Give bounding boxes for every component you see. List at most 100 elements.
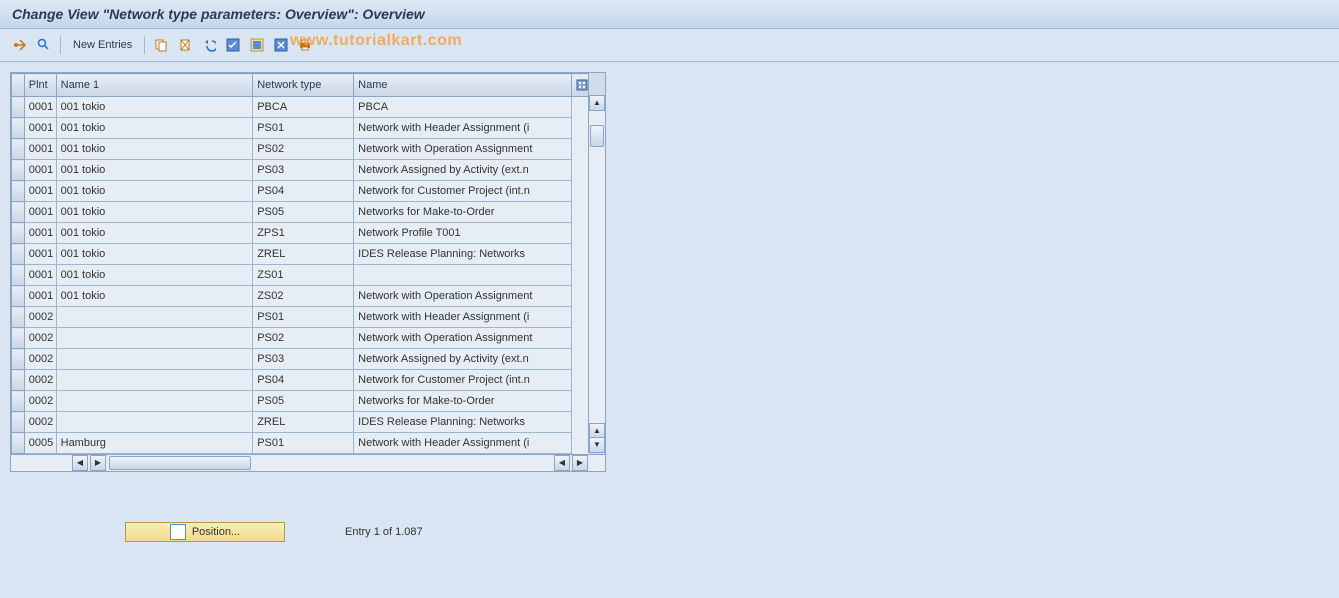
cell-name1[interactable]: 001 tokio	[56, 97, 253, 118]
row-selector[interactable]	[12, 328, 25, 349]
row-selector[interactable]	[12, 160, 25, 181]
row-selector[interactable]	[12, 118, 25, 139]
row-selector[interactable]	[12, 181, 25, 202]
cell-ntype[interactable]: ZS01	[253, 265, 354, 286]
cell-name[interactable]: Networks for Make-to-Order	[354, 202, 572, 223]
position-button[interactable]: Position...	[125, 522, 285, 542]
row-selector[interactable]	[12, 391, 25, 412]
row-selector[interactable]	[12, 307, 25, 328]
cell-name[interactable]: Networks for Make-to-Order	[354, 391, 572, 412]
row-selector[interactable]	[12, 244, 25, 265]
table-row[interactable]: 0001001 tokioZS01	[12, 265, 589, 286]
row-selector[interactable]	[12, 286, 25, 307]
cell-name1[interactable]: 001 tokio	[56, 202, 253, 223]
hscroll-track[interactable]	[107, 456, 553, 470]
table-row[interactable]: 0001001 tokioZRELIDES Release Planning: …	[12, 244, 589, 265]
cell-ntype[interactable]: ZS02	[253, 286, 354, 307]
cell-ntype[interactable]: PS03	[253, 160, 354, 181]
copy-icon[interactable]	[151, 35, 171, 55]
select-all-icon[interactable]	[223, 35, 243, 55]
cell-plnt[interactable]: 0005	[24, 433, 56, 454]
cell-plnt[interactable]: 0002	[24, 307, 56, 328]
row-selector[interactable]	[12, 433, 25, 454]
col-header-plnt[interactable]: Plnt	[24, 74, 56, 97]
select-block-icon[interactable]	[247, 35, 267, 55]
cell-ntype[interactable]: PBCA	[253, 97, 354, 118]
cell-plnt[interactable]: 0001	[24, 160, 56, 181]
cell-name1[interactable]	[56, 328, 253, 349]
cell-name[interactable]: Network Assigned by Activity (ext.n	[354, 349, 572, 370]
row-selector[interactable]	[12, 349, 25, 370]
table-row[interactable]: 0002PS02Network with Operation Assignmen…	[12, 328, 589, 349]
row-selector[interactable]	[12, 202, 25, 223]
cell-plnt[interactable]: 0002	[24, 349, 56, 370]
cell-plnt[interactable]: 0001	[24, 97, 56, 118]
table-settings-icon[interactable]	[571, 74, 588, 97]
cell-ntype[interactable]: PS01	[253, 307, 354, 328]
cell-name[interactable]: Network Profile T001	[354, 223, 572, 244]
horizontal-scrollbar[interactable]: ◀ ▶ ◀ ▶	[11, 454, 605, 471]
cell-ntype[interactable]: ZPS1	[253, 223, 354, 244]
print-icon[interactable]	[295, 35, 315, 55]
cell-ntype[interactable]: PS04	[253, 181, 354, 202]
hscroll-right-icon[interactable]: ▶	[90, 455, 106, 471]
cell-plnt[interactable]: 0001	[24, 286, 56, 307]
cell-plnt[interactable]: 0002	[24, 391, 56, 412]
table-row[interactable]: 0002PS03Network Assigned by Activity (ex…	[12, 349, 589, 370]
undo-icon[interactable]	[199, 35, 219, 55]
cell-name1[interactable]	[56, 370, 253, 391]
cell-plnt[interactable]: 0001	[24, 118, 56, 139]
cell-plnt[interactable]: 0001	[24, 139, 56, 160]
cell-plnt[interactable]: 0002	[24, 412, 56, 433]
table-row[interactable]: 0001001 tokioPS01Network with Header Ass…	[12, 118, 589, 139]
table-row[interactable]: 0001001 tokioPS02Network with Operation …	[12, 139, 589, 160]
cell-plnt[interactable]: 0001	[24, 244, 56, 265]
table-row[interactable]: 0001001 tokioPS04Network for Customer Pr…	[12, 181, 589, 202]
cell-name[interactable]: IDES Release Planning: Networks	[354, 412, 572, 433]
cell-name[interactable]: Network with Header Assignment (i	[354, 307, 572, 328]
cell-name1[interactable]: Hamburg	[56, 433, 253, 454]
row-selector[interactable]	[12, 412, 25, 433]
hscroll-left2-icon[interactable]: ◀	[554, 455, 570, 471]
cell-ntype[interactable]: PS04	[253, 370, 354, 391]
row-selector[interactable]	[12, 265, 25, 286]
cell-ntype[interactable]: PS05	[253, 202, 354, 223]
cell-plnt[interactable]: 0001	[24, 223, 56, 244]
cell-plnt[interactable]: 0001	[24, 181, 56, 202]
cell-name1[interactable]: 001 tokio	[56, 118, 253, 139]
hscroll-right2-icon[interactable]: ▶	[572, 455, 588, 471]
hscroll-thumb[interactable]	[109, 456, 251, 470]
cell-ntype[interactable]: PS01	[253, 433, 354, 454]
cell-name1[interactable]: 001 tokio	[56, 160, 253, 181]
cell-plnt[interactable]: 0001	[24, 202, 56, 223]
vertical-scrollbar[interactable]: ▲ ▲ ▼	[588, 95, 605, 453]
cell-plnt[interactable]: 0002	[24, 328, 56, 349]
find-icon[interactable]	[34, 35, 54, 55]
cell-ntype[interactable]: ZREL	[253, 412, 354, 433]
cell-name[interactable]: PBCA	[354, 97, 572, 118]
cell-name[interactable]: Network with Header Assignment (i	[354, 433, 572, 454]
scroll-down2-icon[interactable]: ▼	[589, 437, 605, 453]
cell-name[interactable]: Network with Operation Assignment	[354, 328, 572, 349]
col-header-name[interactable]: Name	[354, 74, 572, 97]
table-row[interactable]: 0005HamburgPS01Network with Header Assig…	[12, 433, 589, 454]
table-row[interactable]: 0001001 tokioPS03Network Assigned by Act…	[12, 160, 589, 181]
cell-name1[interactable]: 001 tokio	[56, 223, 253, 244]
cell-name1[interactable]: 001 tokio	[56, 265, 253, 286]
col-header-name1[interactable]: Name 1	[56, 74, 253, 97]
cell-name[interactable]: IDES Release Planning: Networks	[354, 244, 572, 265]
new-entries-button[interactable]: New Entries	[67, 37, 138, 53]
row-selector[interactable]	[12, 370, 25, 391]
cell-plnt[interactable]: 0001	[24, 265, 56, 286]
cell-name[interactable]: Network with Operation Assignment	[354, 139, 572, 160]
table-row[interactable]: 0002 PS01Network with Header Assignment (…	[12, 307, 589, 328]
cell-name1[interactable]	[56, 391, 253, 412]
other-view-icon[interactable]	[10, 35, 30, 55]
cell-name1[interactable]	[56, 307, 253, 328]
table-row[interactable]: 0002 ZRELIDES Release Planning: Networks	[12, 412, 589, 433]
table-row[interactable]: 0001001 tokioPBCAPBCA	[12, 97, 589, 118]
delete-icon[interactable]	[175, 35, 195, 55]
cell-name[interactable]: Network with Operation Assignment	[354, 286, 572, 307]
scroll-up-icon[interactable]: ▲	[589, 95, 605, 111]
scroll-thumb[interactable]	[590, 125, 604, 147]
